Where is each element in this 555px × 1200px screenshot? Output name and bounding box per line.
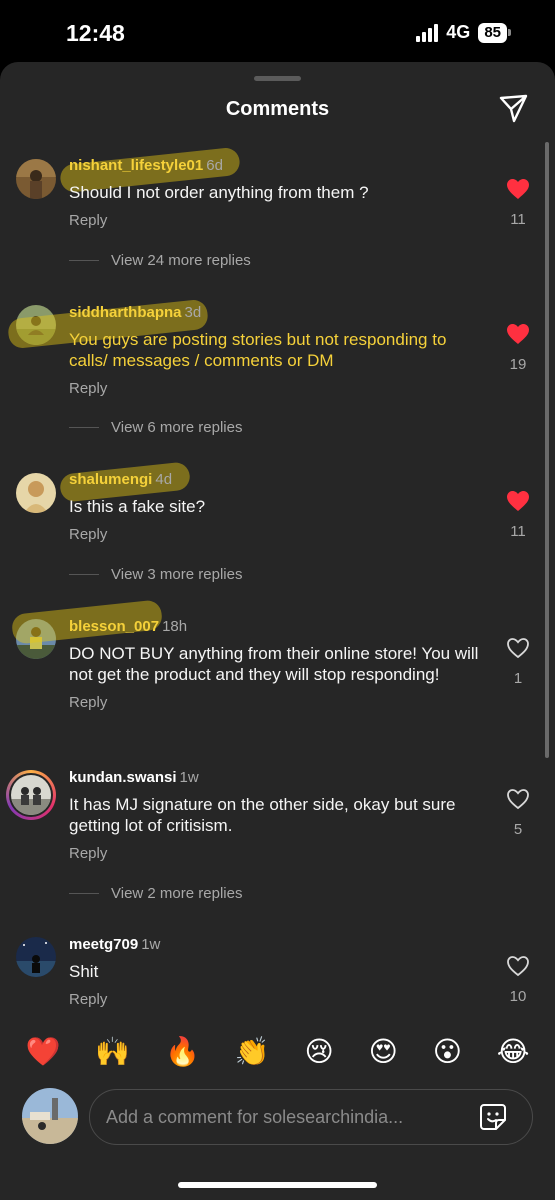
emoji-raised-hands[interactable]: 🙌 [95, 1037, 130, 1067]
heart-filled-icon[interactable] [506, 490, 530, 512]
comment-age: 1w [141, 936, 161, 953]
scrollbar[interactable] [545, 142, 549, 758]
comment-text: Shit [69, 962, 99, 981]
sheet-grabber[interactable] [254, 76, 301, 81]
view-more-replies-label[interactable]: View 6 more replies [111, 419, 242, 436]
status-indicators: 4G 85 [416, 22, 511, 43]
view-more-replies-label[interactable]: View 24 more replies [111, 252, 251, 269]
heart-outline-icon[interactable] [506, 637, 530, 659]
emoji-reaction-bar: ❤️ 🙌 🔥 👏 😢 😍 😮 😂 [0, 1018, 555, 1086]
like-button[interactable]: 1 [506, 637, 530, 687]
status-time: 12:48 [66, 20, 125, 46]
comment-age: 6d [206, 157, 223, 174]
comment-username[interactable]: kundan.swansi [69, 769, 177, 786]
view-more-replies-label[interactable]: View 3 more replies [111, 566, 242, 583]
sheet-title: Comments [225, 98, 330, 120]
battery-icon: 85 [478, 22, 511, 43]
view-more-replies[interactable]: View 2 more replies [69, 885, 242, 902]
reply-button[interactable]: Reply [69, 212, 489, 229]
comment-input[interactable] [106, 1090, 466, 1144]
story-ring[interactable] [6, 770, 56, 820]
comment-username[interactable]: nishant_lifestyle01 [69, 157, 203, 174]
comment-username[interactable]: siddharthbapna [69, 304, 182, 321]
reply-button[interactable]: Reply [69, 380, 489, 397]
emoji-laughing[interactable]: 😂 [497, 1037, 530, 1067]
status-bar: 12:48 4G 85 [0, 0, 555, 62]
network-type: 4G [446, 22, 471, 42]
like-count: 10 [509, 988, 527, 1005]
avatar[interactable] [11, 775, 51, 815]
comment-username[interactable]: shalumengi [69, 471, 152, 488]
emoji-clap[interactable]: 👏 [235, 1037, 270, 1067]
heart-outline-icon[interactable] [506, 955, 530, 977]
like-button[interactable]: 5 [506, 788, 530, 838]
comment-username[interactable]: meetg709 [69, 936, 138, 953]
comment-text: You guys are posting stories but not res… [69, 330, 447, 370]
like-count: 5 [513, 821, 523, 838]
my-avatar [22, 1088, 78, 1144]
reply-button[interactable]: Reply [69, 991, 489, 1008]
view-more-replies[interactable]: View 6 more replies [69, 419, 242, 436]
like-button[interactable]: 11 [506, 490, 530, 540]
avatar[interactable] [16, 159, 56, 199]
comment-age: 1w [179, 769, 199, 786]
like-button[interactable]: 10 [506, 955, 530, 1005]
emoji-heart[interactable]: ❤️ [25, 1037, 60, 1067]
paper-plane-icon[interactable] [497, 92, 529, 124]
like-button[interactable]: 19 [506, 323, 530, 373]
avatar[interactable] [16, 937, 56, 977]
reply-button[interactable]: Reply [69, 694, 489, 711]
comment-input-wrap[interactable] [89, 1089, 533, 1145]
view-more-replies[interactable]: View 3 more replies [69, 566, 242, 583]
like-button[interactable]: 11 [506, 178, 530, 228]
comment-text: Should I not order anything from them ? [69, 183, 369, 202]
reply-button[interactable]: Reply [69, 845, 489, 862]
comment-composer [0, 1086, 555, 1200]
like-count: 11 [510, 523, 526, 540]
like-count: 11 [510, 211, 526, 228]
sticker-icon[interactable] [478, 1102, 508, 1132]
view-more-replies-label[interactable]: View 2 more replies [111, 885, 242, 902]
emoji-crying[interactable]: 😢 [305, 1037, 334, 1067]
comment-text: Is this a fake site? [69, 497, 206, 516]
signal-icon [416, 23, 439, 42]
reply-button[interactable]: Reply [69, 526, 489, 543]
emoji-fire[interactable]: 🔥 [165, 1037, 200, 1067]
like-count: 19 [509, 356, 527, 373]
like-count: 1 [513, 670, 523, 687]
comment-age: 18h [162, 618, 188, 635]
home-indicator [178, 1182, 377, 1188]
comment-username[interactable]: blesson_007 [69, 618, 159, 635]
emoji-heart-eyes[interactable]: 😍 [369, 1037, 398, 1067]
avatar[interactable] [16, 473, 56, 513]
view-more-replies[interactable]: View 24 more replies [69, 252, 251, 269]
emoji-surprised[interactable]: 😮 [433, 1037, 462, 1067]
heart-outline-icon[interactable] [506, 788, 530, 810]
comment-text: DO NOT BUY anything from their online st… [69, 644, 479, 684]
battery-level: 85 [478, 22, 507, 43]
heart-filled-icon[interactable] [506, 323, 530, 345]
comment-age: 4d [155, 471, 173, 488]
comment-text: It has MJ signature on the other side, o… [69, 795, 456, 835]
heart-filled-icon[interactable] [506, 178, 530, 200]
comment-age: 3d [184, 304, 202, 321]
